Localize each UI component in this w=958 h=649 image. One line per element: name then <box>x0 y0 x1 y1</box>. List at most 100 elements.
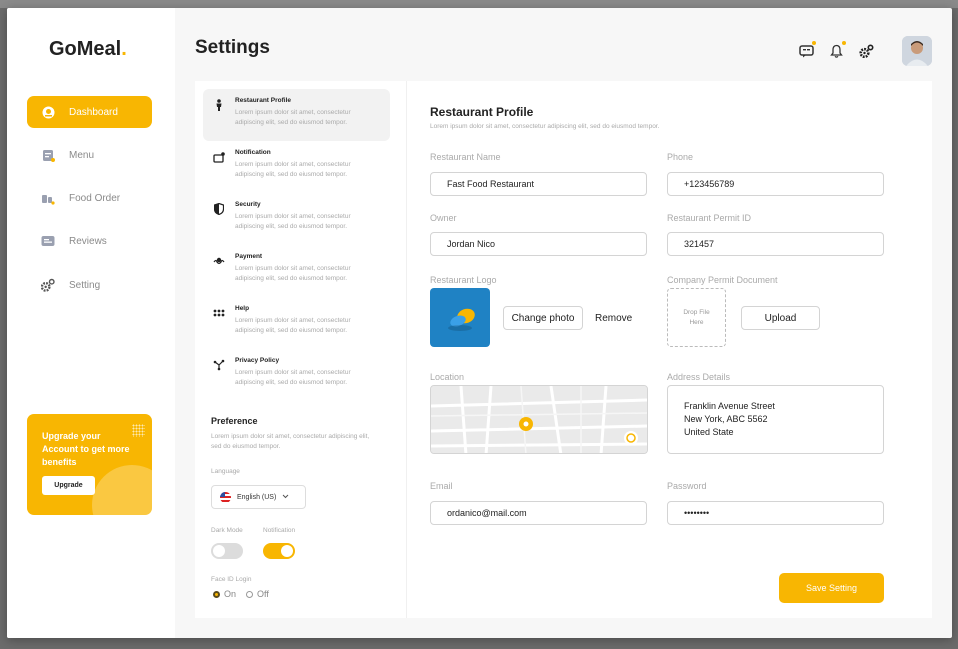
save-setting-button[interactable]: Save Setting <box>779 573 884 603</box>
chat-icon[interactable] <box>798 41 816 59</box>
document-label: Company Permit Document <box>667 275 778 285</box>
face-id-label: Face ID Login <box>211 576 252 583</box>
sidebar-item-label: Menu <box>69 149 95 161</box>
radio-label: On <box>224 589 237 599</box>
profile-desc: Lorem ipsum dolor sit amet, consectetur … <box>430 123 660 130</box>
background-top <box>0 0 958 8</box>
face-id-radio-group: On Off <box>213 589 269 599</box>
phone-input[interactable]: +123456789 <box>667 172 884 196</box>
setting-icon <box>41 278 55 292</box>
dark-mode-toggle[interactable] <box>211 543 243 559</box>
header-actions <box>798 36 932 66</box>
restaurant-name-input[interactable]: Fast Food Restaurant <box>430 172 647 196</box>
email-label: Email <box>430 481 453 491</box>
owner-input[interactable]: Jordan Nico <box>430 232 647 256</box>
email-input[interactable]: ordanico@mail.com <box>430 501 647 525</box>
address-label: Address Details <box>667 372 731 382</box>
logo-text: GoMeal <box>49 38 122 60</box>
decorative-circle <box>92 465 152 515</box>
sidebar-item-label: Dashboard <box>69 106 118 118</box>
bell-badge <box>842 41 846 45</box>
sidebar-item-food-order[interactable]: Food Order <box>27 182 152 214</box>
radio-dot <box>246 590 254 598</box>
remove-button[interactable]: Remove <box>595 313 632 324</box>
change-photo-button[interactable]: Change photo <box>503 306 583 330</box>
owner-label: Owner <box>430 213 457 223</box>
upgrade-text: Upgrade your Account to get more benefit… <box>42 431 130 467</box>
logo-label: Restaurant Logo <box>430 275 497 285</box>
menu-item-title: Help <box>235 305 250 312</box>
us-flag-icon <box>220 491 231 503</box>
menu-item-title: Payment <box>235 253 263 260</box>
menu-item-security[interactable]: Security Lorem ipsum dolor sit amet, con… <box>203 193 390 245</box>
menu-item-desc: Lorem ipsum dolor sit amet, consectetur … <box>235 161 351 178</box>
language-value: English (US) <box>237 493 277 501</box>
notification-toggle[interactable] <box>263 543 295 559</box>
notification-label: Notification <box>263 527 296 534</box>
menu-item-desc: Lorem ipsum dolor sit amet, consectetur … <box>235 317 351 334</box>
menu-item-privacy-policy[interactable]: Privacy Policy Lorem ipsum dolor sit ame… <box>203 349 390 401</box>
shield-icon <box>213 203 225 215</box>
address-field[interactable]: Franklin Avenue Street New York, ABC 556… <box>667 385 884 454</box>
radio-label: Off <box>257 589 269 599</box>
logo-dot: . <box>121 38 127 60</box>
menu-item-title: Restaurant Profile <box>235 97 291 104</box>
password-label: Password <box>667 481 707 491</box>
notification-icon <box>213 151 225 163</box>
face-id-off-radio[interactable]: Off <box>246 589 269 599</box>
sidebar-item-dashboard[interactable]: Dashboard <box>27 96 152 128</box>
sidebar-item-setting[interactable]: Setting <box>27 269 152 301</box>
page-title: Settings <box>195 37 270 58</box>
language-label: Language <box>211 468 240 475</box>
language-select[interactable]: English (US) <box>211 485 306 509</box>
profile-title: Restaurant Profile <box>430 105 534 119</box>
menu-icon <box>41 148 55 162</box>
sidebar-item-label: Food Order <box>69 192 121 204</box>
bell-icon[interactable] <box>828 41 846 59</box>
address-line: United State <box>684 427 734 437</box>
permit-id-input[interactable]: 321457 <box>667 232 884 256</box>
gear-icon[interactable] <box>858 43 874 59</box>
restaurant-name-label: Restaurant Name <box>430 152 501 162</box>
radio-dot <box>213 590 220 598</box>
password-input[interactable]: •••••••• <box>667 501 884 525</box>
upgrade-button[interactable]: Upgrade <box>42 476 95 495</box>
upload-button[interactable]: Upload <box>741 306 820 330</box>
drop-text: Drop File Here <box>683 308 710 326</box>
restaurant-logo-image <box>430 288 490 347</box>
food-order-icon <box>41 191 55 205</box>
face-id-on-radio[interactable]: On <box>213 589 236 599</box>
help-icon <box>213 307 225 319</box>
menu-item-notification[interactable]: Notification Lorem ipsum dolor sit amet,… <box>203 141 390 193</box>
phone-label: Phone <box>667 152 694 162</box>
sidebar-item-menu[interactable]: Menu <box>27 139 152 171</box>
menu-item-payment[interactable]: Payment Lorem ipsum dolor sit amet, cons… <box>203 245 390 297</box>
menu-item-title: Notification <box>235 149 271 156</box>
menu-item-desc: Lorem ipsum dolor sit amet, consectetur … <box>235 213 351 230</box>
toggle-knob <box>213 545 225 557</box>
location-label: Location <box>430 372 465 382</box>
reviews-icon <box>41 234 55 248</box>
preference-desc: Lorem ipsum dolor sit amet, consectetur … <box>211 433 370 450</box>
location-map[interactable] <box>430 385 648 454</box>
sidebar-item-label: Setting <box>69 279 101 291</box>
app-window: GoMeal. Dashboard Menu Food Order Review… <box>7 8 952 638</box>
sidebar-item-reviews[interactable]: Reviews <box>27 225 152 257</box>
sidebar: GoMeal. Dashboard Menu Food Order Review… <box>7 8 175 638</box>
menu-item-desc: Lorem ipsum dolor sit amet, consectetur … <box>235 265 351 282</box>
permit-id-label: Restaurant Permit ID <box>667 213 752 223</box>
toggle-knob <box>281 545 293 557</box>
menu-item-help[interactable]: Help Lorem ipsum dolor sit amet, consect… <box>203 297 390 349</box>
avatar[interactable] <box>902 36 932 66</box>
menu-item-desc: Lorem ipsum dolor sit amet, consectetur … <box>235 109 351 126</box>
upgrade-card: Upgrade your Account to get more benefit… <box>27 414 152 515</box>
file-drop-zone[interactable]: Drop File Here <box>667 288 726 347</box>
privacy-icon <box>213 359 225 371</box>
restaurant-profile-panel: Restaurant Profile Lorem ipsum dolor sit… <box>406 81 932 618</box>
menu-item-restaurant-profile[interactable]: Restaurant Profile Lorem ipsum dolor sit… <box>203 89 390 141</box>
payment-icon <box>213 255 225 267</box>
dashboard-icon <box>41 105 55 119</box>
address-line: New York, ABC 5562 <box>684 414 768 424</box>
menu-item-desc: Lorem ipsum dolor sit amet, consectetur … <box>235 369 351 386</box>
app-logo[interactable]: GoMeal. <box>49 38 127 61</box>
